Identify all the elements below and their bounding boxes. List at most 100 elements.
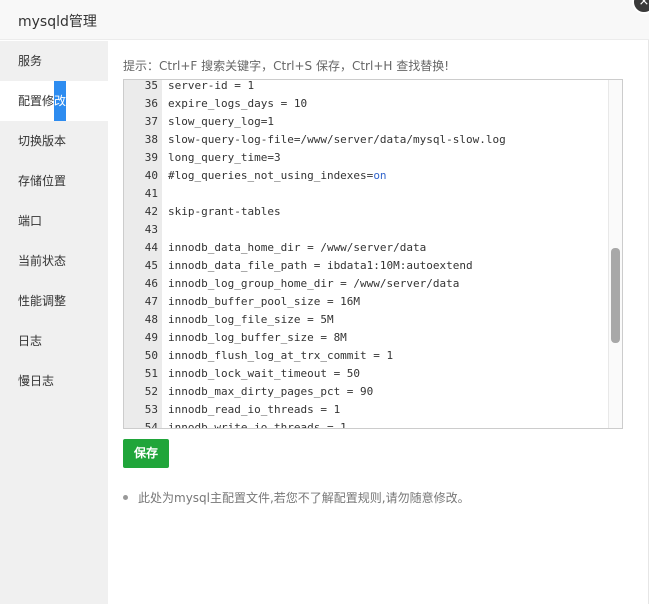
sidebar-item-label-part: 配置修 bbox=[18, 94, 55, 108]
code-text-content: innodb_log_group_home_dir = /www/server/… bbox=[168, 277, 460, 290]
code-text-content: #log_queries_not_using_indexes= bbox=[168, 169, 374, 182]
line-number: 50 bbox=[144, 349, 158, 362]
line-number: 48 bbox=[144, 313, 158, 326]
code-text[interactable]: innodb_read_io_threads = 1 bbox=[168, 401, 340, 419]
code-line[interactable]: 46 innodb_log_group_home_dir = /www/serve… bbox=[124, 275, 610, 293]
line-number: 39 bbox=[144, 151, 158, 164]
code-text-content: expire_logs_days = 10 bbox=[168, 97, 308, 110]
code-text[interactable]: server-id = 1 bbox=[168, 79, 255, 95]
code-text-content: innodb_read_io_threads = 1 bbox=[168, 403, 341, 416]
line-number: 45 bbox=[144, 259, 158, 272]
code-text-content: server-id = 1 bbox=[168, 79, 255, 92]
sidebar-item-label: 切换版本 bbox=[18, 134, 67, 148]
code-text[interactable]: innodb_data_home_dir = /www/server/data bbox=[168, 239, 426, 257]
sidebar-item-label-selected: 改 bbox=[54, 94, 67, 108]
save-button[interactable]: 保存 bbox=[123, 439, 169, 468]
sidebar-item-storage-location[interactable]: 存储位置 bbox=[0, 161, 108, 201]
code-text-content: innodb_lock_wait_timeout = 50 bbox=[168, 367, 361, 380]
config-warning-text: 此处为mysql主配置文件,若您不了解配置规则,请勿随意修改。 bbox=[138, 491, 470, 505]
code-line[interactable]: 35 server-id = 1 bbox=[124, 79, 610, 95]
sidebar-item-switch-version[interactable]: 切换版本 bbox=[0, 121, 108, 161]
code-line[interactable]: 37 slow_query_log=1 bbox=[124, 113, 610, 131]
code-line[interactable]: 39 long_query_time=3 bbox=[124, 149, 610, 167]
sidebar-item-current-status[interactable]: 当前状态 bbox=[0, 241, 108, 281]
line-number: 54 bbox=[144, 421, 158, 429]
line-number: 41 bbox=[144, 187, 158, 200]
sidebar-item-label: 性能调整 bbox=[18, 294, 67, 308]
scrollbar-thumb[interactable] bbox=[611, 248, 620, 343]
editor-lines[interactable]: 35 server-id = 1 36 expire_logs_days = 10 37… bbox=[124, 79, 610, 429]
line-number: 37 bbox=[144, 115, 158, 128]
line-number: 38 bbox=[144, 133, 158, 146]
code-line[interactable]: 42 skip-grant-tables bbox=[124, 203, 610, 221]
code-line[interactable]: 36 expire_logs_days = 10 bbox=[124, 95, 610, 113]
code-line[interactable]: 52 innodb_max_dirty_pages_pct = 90 bbox=[124, 383, 610, 401]
sidebar-item-log[interactable]: 日志 bbox=[0, 321, 108, 361]
code-text-content: innodb_log_buffer_size = 8M bbox=[168, 331, 347, 344]
code-keyword: on bbox=[373, 169, 387, 182]
sidebar-item-label: 当前状态 bbox=[18, 254, 67, 268]
code-text[interactable]: slow_query_log=1 bbox=[168, 113, 274, 131]
code-text[interactable]: innodb_log_group_home_dir = /www/server/… bbox=[168, 275, 459, 293]
sidebar-item-label: 存储位置 bbox=[18, 174, 67, 188]
code-line[interactable]: 38 slow-query-log-file=/www/server/data/m… bbox=[124, 131, 610, 149]
code-text[interactable]: slow-query-log-file=/www/server/data/mys… bbox=[168, 131, 506, 149]
code-text[interactable]: innodb_lock_wait_timeout = 50 bbox=[168, 365, 360, 383]
code-line[interactable]: 50 innodb_flush_log_at_trx_commit = 1 bbox=[124, 347, 610, 365]
code-text[interactable]: innodb_max_dirty_pages_pct = 90 bbox=[168, 383, 373, 401]
code-text[interactable]: innodb_log_file_size = 5M bbox=[168, 311, 334, 329]
code-line[interactable]: 54 innodb_write_io_threads = 1 bbox=[124, 419, 610, 429]
code-line[interactable]: 49 innodb_log_buffer_size = 8M bbox=[124, 329, 610, 347]
line-number: 46 bbox=[144, 277, 158, 290]
line-number: 47 bbox=[144, 295, 158, 308]
sidebar-item-service[interactable]: 服务 bbox=[0, 41, 108, 81]
sidebar-item-port[interactable]: 端口 bbox=[0, 201, 108, 241]
code-line[interactable]: 53 innodb_read_io_threads = 1 bbox=[124, 401, 610, 419]
code-line[interactable]: 45 innodb_data_file_path = ibdata1:10M:au… bbox=[124, 257, 610, 275]
line-number: 51 bbox=[144, 367, 158, 380]
sidebar-item-slow-log[interactable]: 慢日志 bbox=[0, 361, 108, 401]
bullet-icon bbox=[123, 495, 128, 500]
sidebar-item-performance-tuning[interactable]: 性能调整 bbox=[0, 281, 108, 321]
code-text[interactable]: innodb_buffer_pool_size = 16M bbox=[168, 293, 360, 311]
code-line[interactable]: 47 innodb_buffer_pool_size = 16M bbox=[124, 293, 610, 311]
code-text-content: slow_query_log=1 bbox=[168, 115, 274, 128]
sidebar-item-label: 日志 bbox=[18, 334, 43, 348]
title-bar: mysqld管理 bbox=[0, 0, 649, 40]
code-text[interactable]: innodb_write_io_threads = 1 bbox=[168, 419, 347, 429]
code-text[interactable]: long_query_time=3 bbox=[168, 149, 281, 167]
sidebar-item-config-edit[interactable]: 配置修改 bbox=[0, 81, 108, 121]
code-line[interactable]: 48 innodb_log_file_size = 5M bbox=[124, 311, 610, 329]
code-text[interactable]: #log_queries_not_using_indexes=on bbox=[168, 167, 387, 185]
code-line[interactable]: 41 bbox=[124, 185, 610, 203]
code-line[interactable]: 44 innodb_data_home_dir = /www/server/dat… bbox=[124, 239, 610, 257]
code-line[interactable]: 40 #log_queries_not_using_indexes=on bbox=[124, 167, 610, 185]
sidebar-item-label: 配置修改 bbox=[18, 94, 66, 108]
sidebar-item-label: 端口 bbox=[18, 214, 43, 228]
code-text[interactable]: innodb_flush_log_at_trx_commit = 1 bbox=[168, 347, 393, 365]
line-number: 44 bbox=[144, 241, 158, 254]
code-text-content: long_query_time=3 bbox=[168, 151, 281, 164]
line-number: 49 bbox=[144, 331, 158, 344]
code-text[interactable]: innodb_log_buffer_size = 8M bbox=[168, 329, 347, 347]
close-icon[interactable]: × bbox=[639, 0, 649, 9]
code-line[interactable]: 43 bbox=[124, 221, 610, 239]
code-line[interactable]: 51 innodb_lock_wait_timeout = 50 bbox=[124, 365, 610, 383]
code-text-content: innodb_data_home_dir = /www/server/data bbox=[168, 241, 427, 254]
editor-scrollbar[interactable] bbox=[608, 80, 622, 428]
line-number: 35 bbox=[144, 79, 158, 92]
mysqld-manager-window: mysqld管理 × 服务 配置修改 切换版本 存储位置 端口 当前状态 性能调… bbox=[0, 0, 649, 604]
code-text[interactable]: innodb_data_file_path = ibdata1:10M:auto… bbox=[168, 257, 473, 275]
code-text[interactable]: skip-grant-tables bbox=[168, 203, 281, 221]
code-text-content: innodb_write_io_threads = 1 bbox=[168, 421, 347, 429]
code-text-content: innodb_flush_log_at_trx_commit = 1 bbox=[168, 349, 394, 362]
code-text-content: innodb_data_file_path = ibdata1:10M:auto… bbox=[168, 259, 473, 272]
line-number: 52 bbox=[144, 385, 158, 398]
code-text-content: slow-query-log-file=/www/server/data/mys… bbox=[168, 133, 506, 146]
code-text-content: skip-grant-tables bbox=[168, 205, 281, 218]
shortcut-tip: 提示：Ctrl+F 搜索关键字，Ctrl+S 保存，Ctrl+H 查找替换! bbox=[123, 59, 450, 73]
code-text[interactable]: expire_logs_days = 10 bbox=[168, 95, 307, 113]
config-editor[interactable]: 35 server-id = 1 36 expire_logs_days = 10 37… bbox=[123, 79, 623, 429]
main-panel: 提示：Ctrl+F 搜索关键字，Ctrl+S 保存，Ctrl+H 查找替换! 3… bbox=[108, 41, 648, 604]
line-number: 36 bbox=[144, 97, 158, 110]
